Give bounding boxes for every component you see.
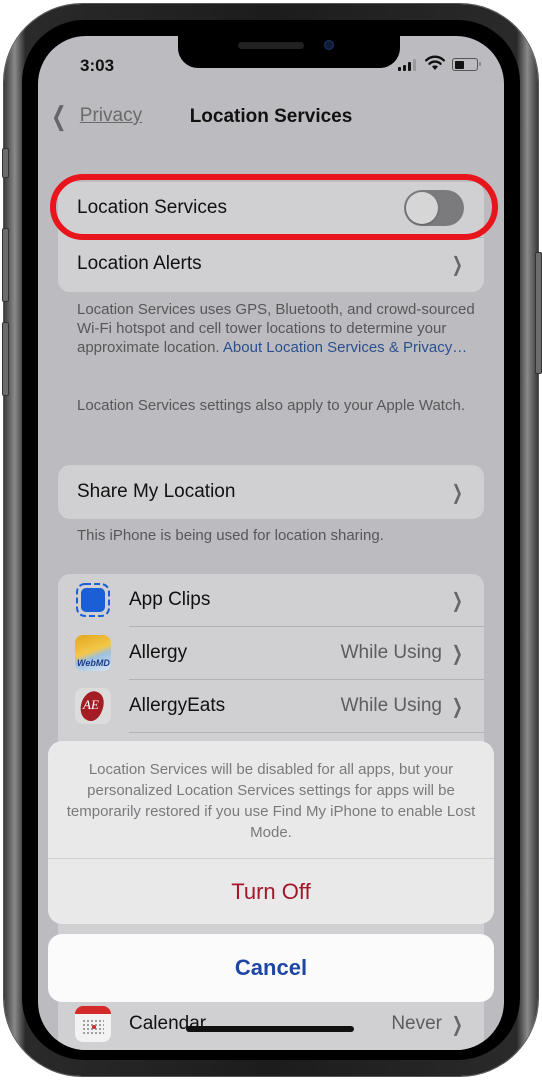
about-privacy-link[interactable]: About Location Services & Privacy… xyxy=(223,339,467,356)
app-name: AllergyEats xyxy=(129,695,226,716)
app-row[interactable]: Calendar Never ❯ xyxy=(58,998,484,1050)
navigation-bar: ❮ Privacy Location Services xyxy=(38,98,504,138)
volume-up-button xyxy=(2,228,9,302)
app-row[interactable]: AE AllergyEats While Using ❯ xyxy=(58,680,484,732)
app-permission: While Using xyxy=(340,642,442,663)
front-camera xyxy=(324,40,334,50)
turn-off-button[interactable]: Turn Off xyxy=(48,859,494,924)
chevron-right-icon: ❯ xyxy=(452,1013,464,1036)
home-indicator[interactable] xyxy=(186,1026,354,1032)
action-sheet-message: Location Services will be disabled for a… xyxy=(66,761,476,841)
action-sheet: Location Services will be disabled for a… xyxy=(48,741,494,924)
share-my-location-row[interactable]: Share My Location ❯ xyxy=(58,465,484,519)
app-name: App Clips xyxy=(129,589,211,610)
location-alerts-label: Location Alerts xyxy=(77,253,202,274)
notch xyxy=(178,36,400,68)
app-permission: While Using xyxy=(340,695,442,716)
location-description: Location Services uses GPS, Bluetooth, a… xyxy=(77,300,477,357)
app-name: Allergy xyxy=(129,642,188,663)
battery-icon xyxy=(452,58,478,71)
watch-note: Location Services settings also apply to… xyxy=(77,397,465,414)
location-alerts-row[interactable]: Location Alerts ❯ xyxy=(58,238,484,290)
webmd-allergy-icon: WebMD xyxy=(75,635,111,671)
row-separator xyxy=(129,732,484,733)
cancel-button[interactable]: Cancel xyxy=(48,934,494,1002)
silent-switch xyxy=(2,148,9,178)
chevron-right-icon: ❯ xyxy=(452,695,464,718)
battery-tip xyxy=(479,62,481,66)
calendar-icon xyxy=(75,1006,111,1042)
wifi-icon xyxy=(425,55,445,70)
share-my-location-label: Share My Location xyxy=(77,481,236,502)
chevron-right-icon: ❯ xyxy=(452,481,464,504)
allergyeats-icon: AE xyxy=(75,688,111,724)
share-location-group: Share My Location ❯ xyxy=(58,465,484,519)
app-permission: Never xyxy=(391,1013,442,1034)
volume-down-button xyxy=(2,322,9,396)
page-title: Location Services xyxy=(189,106,353,127)
speaker xyxy=(238,42,304,49)
screen: 3:03 ❮ Privacy Location Services Locatio… xyxy=(38,36,504,1050)
chevron-right-icon: ❯ xyxy=(452,589,464,612)
chevron-right-icon: ❯ xyxy=(452,253,464,276)
chevron-right-icon: ❯ xyxy=(452,642,464,665)
status-time: 3:03 xyxy=(80,56,115,75)
app-row[interactable]: App Clips ❯ xyxy=(58,574,484,626)
app-clips-icon xyxy=(76,583,110,617)
highlight-annotation xyxy=(50,174,498,240)
power-button xyxy=(535,252,542,374)
share-footer: This iPhone is being used for location s… xyxy=(77,527,384,544)
cellular-signal-icon xyxy=(398,59,416,71)
app-row[interactable]: WebMD Allergy While Using ❯ xyxy=(58,627,484,679)
